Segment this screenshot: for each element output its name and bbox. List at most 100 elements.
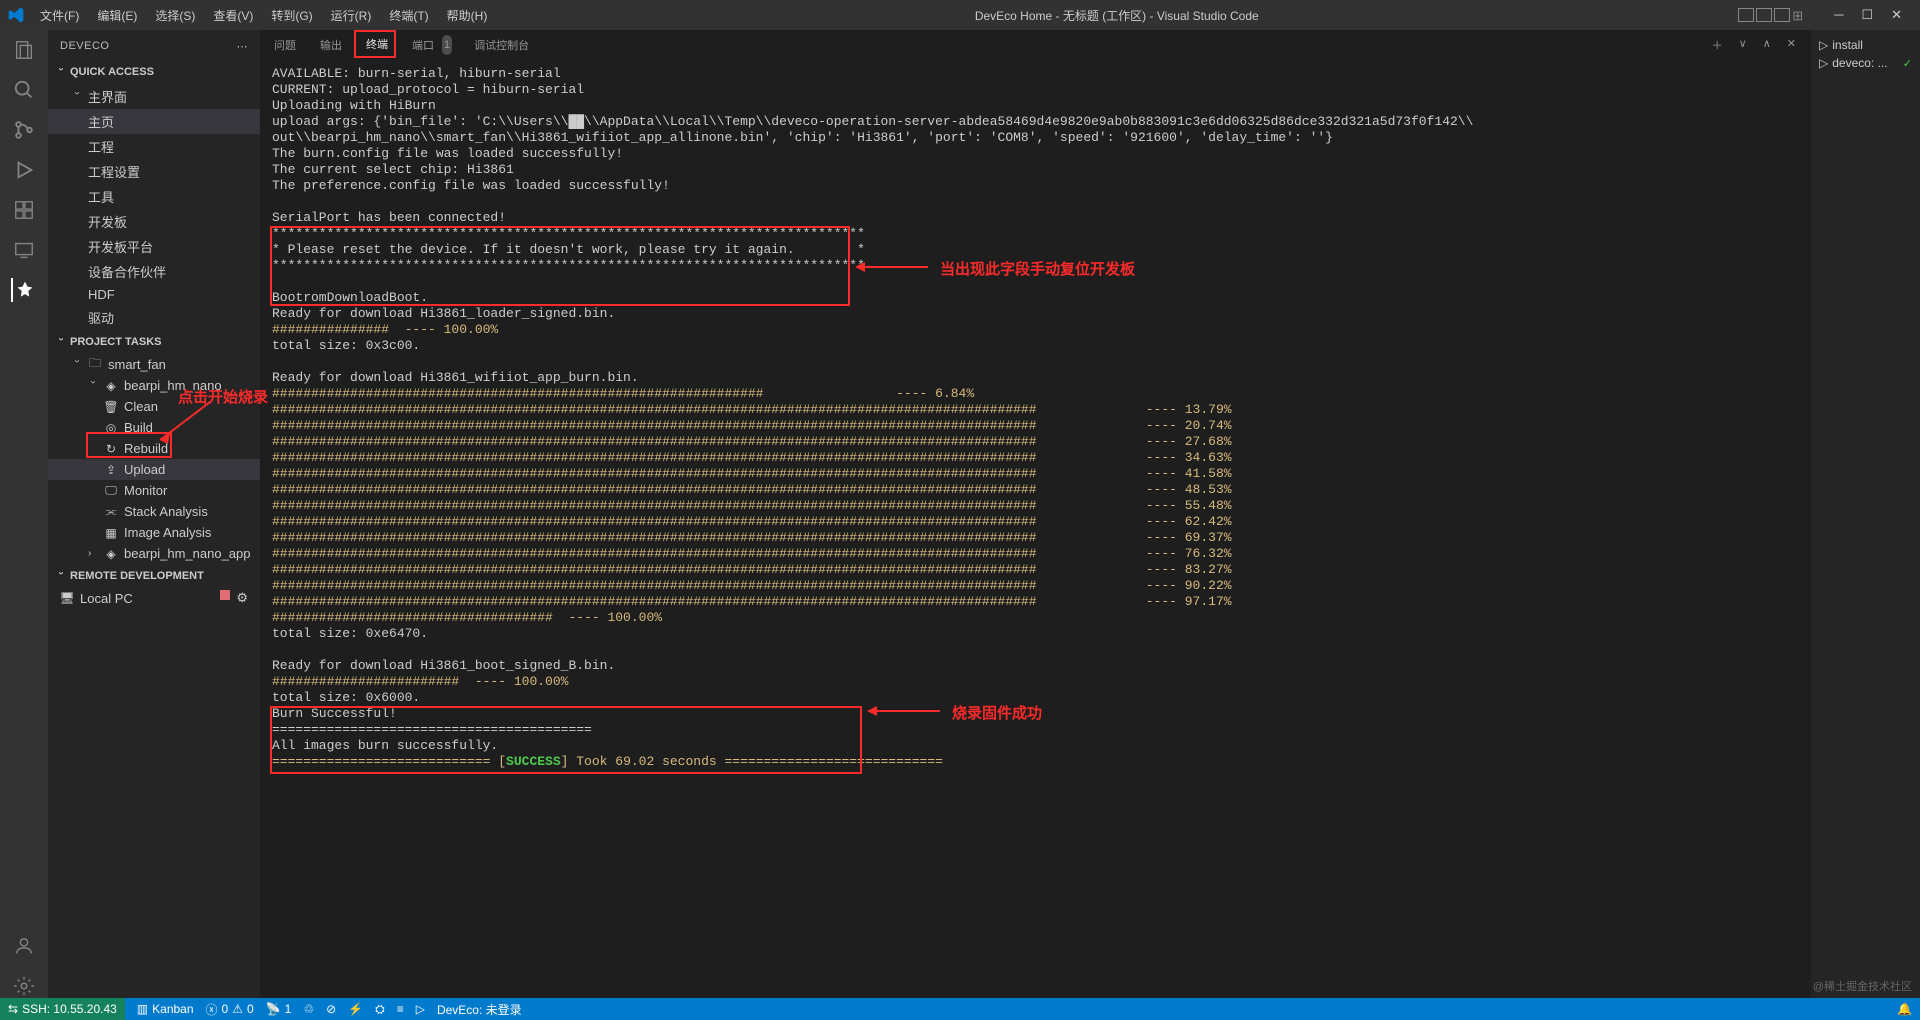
menu-terminal[interactable]: 终端(T) [381, 3, 436, 28]
section-project-tasks[interactable]: ›PROJECT TASKS [48, 332, 260, 352]
terminal-maximize-icon[interactable]: ∧ [1761, 33, 1773, 57]
tree-project-settings[interactable]: 工程设置 [48, 159, 260, 184]
gear-icon[interactable]: ⚙ [236, 590, 248, 606]
tree-partners[interactable]: 设备合作伙伴 [48, 259, 260, 284]
source-control-icon[interactable] [12, 118, 36, 142]
tree-hdf[interactable]: HDF [48, 284, 260, 305]
close-button[interactable]: ✕ [1891, 7, 1902, 23]
tree-project[interactable]: 工程 [48, 134, 260, 159]
sb-ports-count: 1 [285, 1002, 292, 1016]
sb-icon3[interactable]: ⚡ [348, 1002, 363, 1016]
menu-go[interactable]: 转到(G) [263, 3, 320, 28]
layout-icon-3[interactable] [1774, 8, 1790, 22]
extensions-icon[interactable] [12, 198, 36, 222]
settings-icon[interactable] [12, 974, 36, 998]
sb-icon2[interactable]: ⊘ [326, 1002, 336, 1016]
remote-explorer-icon[interactable] [12, 238, 36, 262]
antenna-icon: 📡 [266, 1002, 281, 1016]
remote-icon: ⇆ [8, 1002, 18, 1016]
maximize-button[interactable]: ☐ [1861, 7, 1873, 23]
titlebar: 文件(F) 编辑(E) 选择(S) 查看(V) 转到(G) 运行(R) 终端(T… [0, 0, 1920, 30]
analysis-icon: ⫘ [104, 505, 118, 519]
menu-view[interactable]: 查看(V) [205, 3, 261, 28]
sb-notifications[interactable]: 🔔 [1897, 1002, 1912, 1016]
rp-deveco[interactable]: ▷deveco: ...✓ [1815, 54, 1916, 72]
layout-icon-1[interactable] [1738, 8, 1754, 22]
rp-label: install [1832, 38, 1863, 52]
tab-terminal[interactable]: 终端 [364, 32, 390, 57]
minimize-button[interactable]: ─ [1834, 7, 1843, 23]
tree-tools[interactable]: 工具 [48, 184, 260, 209]
menubar: 文件(F) 编辑(E) 选择(S) 查看(V) 转到(G) 运行(R) 终端(T… [32, 3, 495, 28]
sb-icon5[interactable]: ≡ [397, 1002, 404, 1016]
task-stack-analysis[interactable]: ⫘Stack Analysis [48, 501, 260, 522]
tree-label: 工程设置 [88, 162, 140, 181]
terminal-dropdown-icon[interactable]: ∨ [1737, 33, 1749, 57]
tree-board-platform[interactable]: 开发板平台 [48, 234, 260, 259]
search-icon[interactable] [12, 78, 36, 102]
tree-label: 工程 [88, 137, 114, 156]
warning-icon: ⚠ [232, 1002, 243, 1016]
terminal-close-icon[interactable]: ✕ [1785, 33, 1798, 57]
task-rebuild[interactable]: ↻Rebuild [48, 438, 260, 459]
task-root[interactable]: ›🗀smart_fan [48, 354, 260, 375]
menu-selection[interactable]: 选择(S) [147, 3, 203, 28]
menu-edit[interactable]: 编辑(E) [89, 3, 145, 28]
upload-icon: ⇪ [104, 463, 118, 477]
task-upload[interactable]: ⇪Upload [48, 459, 260, 480]
sb-icon6[interactable]: ▷ [416, 1002, 425, 1016]
accounts-icon[interactable] [12, 934, 36, 958]
sb-remote[interactable]: ⇆SSH: 10.55.20.43 [0, 998, 125, 1020]
tab-ports[interactable]: 端口 [410, 33, 436, 57]
tab-problems[interactable]: 问题 [272, 33, 298, 57]
sb-ports[interactable]: 📡1 [266, 1002, 292, 1016]
tree-label: bearpi_hm_nano [124, 378, 222, 393]
terminal[interactable]: AVAILABLE: burn-serial, hiburn-serialCUR… [260, 60, 1810, 998]
layout-controls[interactable]: ⊞ [1738, 8, 1808, 22]
tree-label: Clean [124, 399, 158, 414]
pc-icon: 🖥 [60, 591, 74, 605]
activitybar [0, 30, 48, 998]
window-title: DevEco Home - 无标题 (工作区) - Visual Studio … [495, 7, 1738, 24]
sb-deveco-login[interactable]: DevEco: 未登录 [437, 1001, 522, 1018]
sb-kanban[interactable]: ▥Kanban [137, 1002, 194, 1016]
tree-home[interactable]: 主页 [48, 109, 260, 134]
task-image-analysis[interactable]: ▦Image Analysis [48, 522, 260, 543]
terminal-new-icon[interactable]: ＋ [1710, 33, 1725, 57]
task-app[interactable]: ›◈bearpi_hm_nano_app [48, 543, 260, 564]
tree-boards[interactable]: 开发板 [48, 209, 260, 234]
stop-icon[interactable] [220, 590, 230, 600]
deveco-icon[interactable] [11, 278, 35, 302]
explorer-icon[interactable] [12, 38, 36, 62]
task-board[interactable]: ›◈bearpi_hm_nano [48, 375, 260, 396]
task-clean[interactable]: 🗑Clean [48, 396, 260, 417]
tree-driver[interactable]: 驱动 [48, 305, 260, 330]
menu-help[interactable]: 帮助(H) [439, 3, 496, 28]
tab-debug-console[interactable]: 调试控制台 [472, 33, 531, 57]
task-monitor[interactable]: 🖵Monitor [48, 480, 260, 501]
section-quick-access[interactable]: ›QUICK ACCESS [48, 62, 260, 82]
tab-output[interactable]: 输出 [318, 33, 344, 57]
layout-icon-4[interactable]: ⊞ [1792, 8, 1808, 22]
project-tasks-label: PROJECT TASKS [70, 336, 161, 348]
monitor-icon: 🖵 [104, 484, 118, 498]
sb-icon4[interactable]: ⛭ [375, 1002, 385, 1017]
section-remote-dev[interactable]: ›REMOTE DEVELOPMENT [48, 566, 260, 586]
tree-label: 主页 [88, 112, 114, 131]
sb-errors[interactable]: ⓧ0⚠0 [206, 1001, 254, 1018]
remote-dev-label: REMOTE DEVELOPMENT [70, 570, 204, 582]
statusbar: ⇆SSH: 10.55.20.43 ▥Kanban ⓧ0⚠0 📡1 ♲ ⊘ ⚡ … [0, 998, 1920, 1020]
tree-main-ui[interactable]: ›主界面 [48, 84, 260, 109]
task-build[interactable]: ◎Build [48, 417, 260, 438]
sb-icon1[interactable]: ♲ [303, 1002, 314, 1016]
tree-label: 工具 [88, 187, 114, 206]
menu-file[interactable]: 文件(F) [32, 3, 87, 28]
local-pc[interactable]: 🖥 Local PC ⚙ [48, 586, 260, 610]
layout-icon-2[interactable] [1756, 8, 1772, 22]
rp-install[interactable]: ▷install [1815, 36, 1916, 54]
sb-errors-count: 0 [222, 1002, 229, 1016]
error-icon: ⓧ [206, 1001, 218, 1018]
run-debug-icon[interactable] [12, 158, 36, 182]
more-icon[interactable]: ⋯ [237, 40, 249, 53]
menu-run[interactable]: 运行(R) [323, 3, 380, 28]
